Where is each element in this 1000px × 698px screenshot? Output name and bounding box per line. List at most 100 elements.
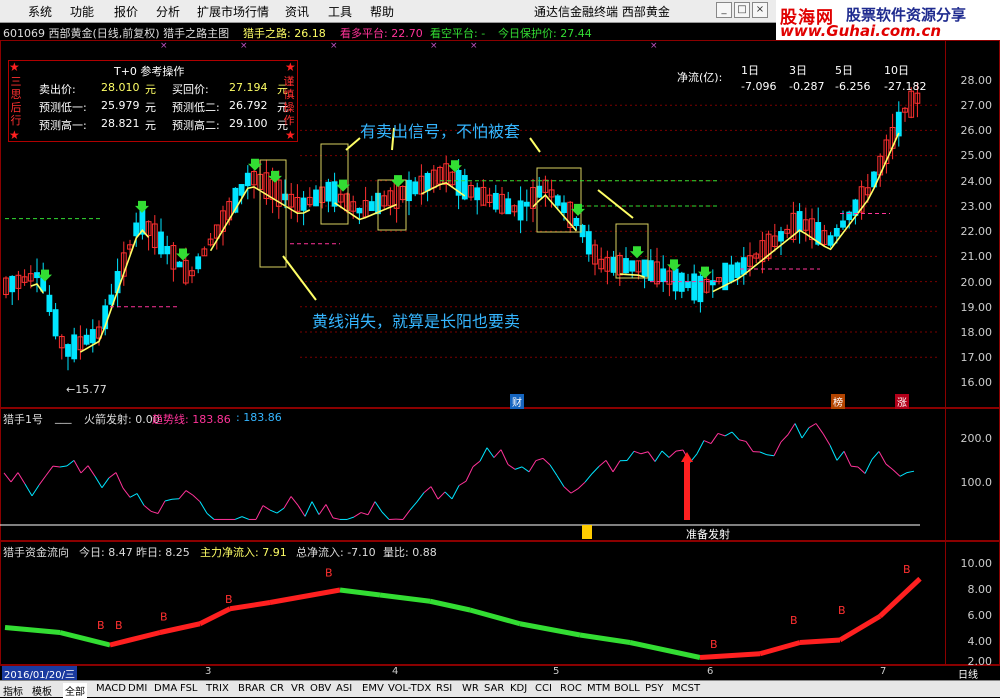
trend-segment: [599, 460, 606, 466]
period-label[interactable]: 日线: [958, 666, 978, 681]
candle-body: [648, 261, 653, 281]
candle-body: [47, 295, 52, 311]
trend-segment: [4, 473, 11, 482]
fund-flow-segment: [800, 640, 840, 643]
menu-help[interactable]: 帮助: [370, 3, 394, 20]
minimize-button[interactable]: _: [716, 2, 732, 18]
trend-segment: [886, 464, 893, 470]
maximize-button[interactable]: □: [734, 2, 750, 18]
trend-segment: [606, 460, 613, 471]
tab-emv[interactable]: EMV: [362, 683, 384, 694]
tab-asi[interactable]: ASI: [336, 683, 352, 694]
tab-cr[interactable]: CR: [270, 683, 284, 694]
think-thrice-vertical: 三思后行: [10, 75, 22, 127]
fund-flow-segment: [340, 590, 380, 595]
ind2-axis-tick: 8.00: [968, 583, 993, 596]
sell-price-label: 卖出价:: [39, 81, 76, 97]
trend-segment: [263, 506, 270, 510]
trend-segment: [669, 451, 676, 457]
trend-segment: [746, 441, 753, 451]
buyback-price-value: 27.194: [229, 81, 268, 94]
close-button[interactable]: ×: [752, 2, 768, 18]
tab-rsi[interactable]: RSI: [436, 683, 452, 694]
cautious-vertical: 谨慎操作: [283, 75, 295, 127]
trend-segment: [564, 487, 571, 493]
trend-segment: [333, 518, 340, 520]
indicator1-chart[interactable]: [0, 408, 945, 541]
tab-boll[interactable]: BOLL: [614, 683, 640, 694]
menu-quote[interactable]: 报价: [114, 3, 138, 20]
fund-flow-segment: [470, 610, 520, 624]
candle-body: [828, 236, 833, 245]
trend-segment: [907, 471, 914, 472]
trend-segment: [585, 474, 592, 482]
candle-body: [369, 202, 374, 211]
tab-vol-tdx[interactable]: VOL-TDX: [388, 683, 431, 694]
ind2-axis-tick: 10.00: [961, 557, 993, 570]
tab-brar[interactable]: BRAR: [238, 683, 265, 694]
candle-body: [66, 345, 71, 357]
tab-trix[interactable]: TRIX: [206, 683, 229, 694]
event-tag-limit-up[interactable]: 涨: [895, 394, 909, 409]
ind1-axis-tick: 200.0: [961, 432, 993, 445]
trend-segment: [53, 466, 60, 467]
trend-segment: [844, 451, 851, 466]
tick-marker: ×: [240, 41, 248, 51]
indicator2-chart[interactable]: BBBBBBBBB: [0, 541, 945, 665]
tab-macd[interactable]: MACD: [96, 683, 126, 694]
menu-news[interactable]: 资讯: [285, 3, 309, 20]
candle-body: [177, 262, 182, 267]
trend-segment: [305, 502, 312, 517]
menu-tools[interactable]: 工具: [328, 3, 352, 20]
ind2-axis-tick: 6.00: [968, 609, 993, 622]
tab-dma[interactable]: DMA: [154, 683, 177, 694]
trend-segment: [627, 451, 634, 460]
ind2-axis-tick: 4.00: [968, 635, 993, 648]
tab-obv[interactable]: OBV: [310, 683, 331, 694]
down-arrow-icon: [135, 201, 149, 213]
trend-segment: [865, 459, 872, 473]
tab-wr[interactable]: WR: [462, 683, 479, 694]
trend-segment: [473, 461, 480, 467]
menu-analysis[interactable]: 分析: [156, 3, 180, 20]
tab-fsl[interactable]: FSL: [180, 683, 198, 694]
trend-segment: [431, 487, 438, 500]
star-icon: ★: [9, 128, 20, 142]
tab-kdj[interactable]: KDJ: [510, 683, 527, 694]
trend-segment: [760, 452, 767, 455]
trend-segment: [11, 473, 18, 482]
tab-psy[interactable]: PSY: [645, 683, 664, 694]
tick-marker: ×: [470, 41, 478, 51]
tab-mtm[interactable]: MTM: [587, 683, 610, 694]
trend-segment: [74, 460, 81, 473]
trend-segment: [480, 448, 487, 461]
tab-roc[interactable]: ROC: [560, 683, 582, 694]
trend-segment: [18, 473, 25, 484]
event-tag-finance[interactable]: 财: [510, 394, 524, 409]
tab-dmi[interactable]: DMI: [128, 683, 147, 694]
menu-function[interactable]: 功能: [70, 3, 94, 20]
candle-body: [896, 112, 901, 136]
candle-body: [562, 203, 567, 213]
buy-marker-b: B: [710, 638, 718, 651]
trend-segment: [60, 466, 67, 467]
event-tag-ranking[interactable]: 榜: [831, 394, 845, 409]
tab-mcst[interactable]: MCST: [672, 683, 700, 694]
menu-ext-market[interactable]: 扩展市场行情: [197, 3, 269, 20]
trend-segment: [830, 445, 837, 460]
trend-segment: [403, 510, 410, 519]
buy-marker-b: B: [838, 604, 846, 617]
candle-body: [196, 257, 201, 269]
trend-segment: [445, 492, 452, 499]
tab-sar[interactable]: SAR: [484, 683, 504, 694]
trend-segment: [529, 461, 536, 472]
candle-body: [239, 185, 244, 196]
tab-vr[interactable]: VR: [291, 683, 305, 694]
low-price-marker: ←15.77: [66, 383, 107, 396]
menu-system[interactable]: 系统: [28, 3, 52, 20]
trend-segment: [613, 461, 620, 472]
annotation-arrow: [283, 256, 316, 300]
price-tick: 25.00: [961, 149, 993, 162]
tab-cci[interactable]: CCI: [535, 683, 552, 694]
candle-body: [692, 274, 697, 300]
